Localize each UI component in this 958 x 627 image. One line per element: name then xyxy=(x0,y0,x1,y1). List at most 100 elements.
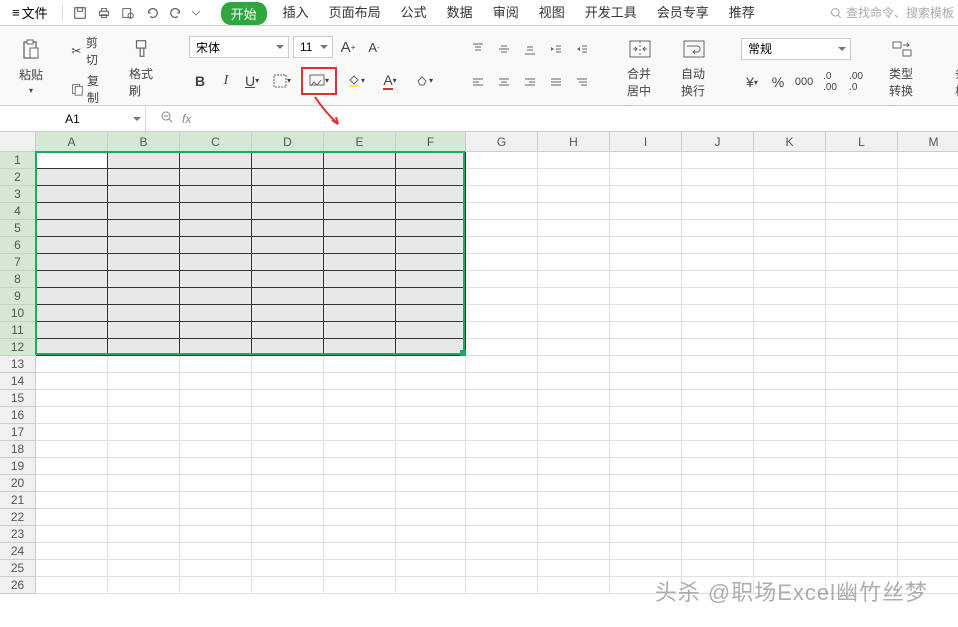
select-all-corner[interactable] xyxy=(0,132,36,152)
cell[interactable] xyxy=(538,169,610,186)
name-box[interactable] xyxy=(0,106,146,131)
font-color-button[interactable]: A▾ xyxy=(375,70,405,92)
cell[interactable] xyxy=(538,441,610,458)
cell[interactable] xyxy=(682,577,754,594)
cell[interactable] xyxy=(754,373,826,390)
cell[interactable] xyxy=(898,560,958,577)
cell[interactable] xyxy=(610,441,682,458)
column-header[interactable]: A xyxy=(36,132,108,152)
row-header[interactable]: 14 xyxy=(0,373,36,390)
cell[interactable] xyxy=(180,560,252,577)
cell[interactable] xyxy=(538,237,610,254)
cell[interactable] xyxy=(396,458,466,475)
cell[interactable] xyxy=(36,356,108,373)
cell[interactable] xyxy=(108,305,180,322)
cell[interactable] xyxy=(466,509,538,526)
cell[interactable] xyxy=(466,169,538,186)
cell[interactable] xyxy=(682,237,754,254)
cell[interactable] xyxy=(466,560,538,577)
row-header[interactable]: 21 xyxy=(0,492,36,509)
cell[interactable] xyxy=(898,288,958,305)
column-header[interactable]: L xyxy=(826,132,898,152)
cell[interactable] xyxy=(826,526,898,543)
row-header[interactable]: 18 xyxy=(0,441,36,458)
cell[interactable] xyxy=(538,492,610,509)
cell[interactable] xyxy=(108,424,180,441)
cell[interactable] xyxy=(610,237,682,254)
cell[interactable] xyxy=(898,169,958,186)
cell[interactable] xyxy=(180,152,252,169)
cell[interactable] xyxy=(252,169,324,186)
cell[interactable] xyxy=(180,305,252,322)
cell[interactable] xyxy=(252,390,324,407)
cell[interactable] xyxy=(252,373,324,390)
cell[interactable] xyxy=(898,271,958,288)
cell[interactable] xyxy=(466,203,538,220)
row-header[interactable]: 11 xyxy=(0,322,36,339)
cell[interactable] xyxy=(826,339,898,356)
cell[interactable] xyxy=(898,186,958,203)
cell[interactable] xyxy=(682,271,754,288)
cell[interactable] xyxy=(180,526,252,543)
cell[interactable] xyxy=(682,186,754,203)
cell[interactable] xyxy=(754,254,826,271)
cell[interactable] xyxy=(754,322,826,339)
cell[interactable] xyxy=(36,475,108,492)
row-header[interactable]: 17 xyxy=(0,424,36,441)
cell[interactable] xyxy=(36,407,108,424)
cell[interactable] xyxy=(826,288,898,305)
cell[interactable] xyxy=(36,186,108,203)
cell[interactable] xyxy=(36,458,108,475)
cell[interactable] xyxy=(898,237,958,254)
column-header[interactable]: B xyxy=(108,132,180,152)
cell[interactable] xyxy=(538,526,610,543)
cell[interactable] xyxy=(180,186,252,203)
row-header[interactable]: 22 xyxy=(0,509,36,526)
cell[interactable] xyxy=(108,152,180,169)
cell[interactable] xyxy=(108,509,180,526)
align-top-button[interactable] xyxy=(467,38,489,60)
cell[interactable] xyxy=(466,186,538,203)
cell[interactable] xyxy=(754,424,826,441)
cell[interactable] xyxy=(610,390,682,407)
cell[interactable] xyxy=(180,169,252,186)
cell[interactable] xyxy=(538,305,610,322)
cell[interactable] xyxy=(36,526,108,543)
cell[interactable] xyxy=(108,322,180,339)
tab-formula[interactable]: 公式 xyxy=(397,0,431,25)
cell[interactable] xyxy=(826,577,898,594)
cell-style-button[interactable]: ▾ xyxy=(304,70,334,92)
cell[interactable] xyxy=(826,458,898,475)
cell[interactable] xyxy=(898,322,958,339)
cell[interactable] xyxy=(180,424,252,441)
cell[interactable] xyxy=(252,288,324,305)
cell[interactable] xyxy=(682,339,754,356)
cell[interactable] xyxy=(538,203,610,220)
column-header[interactable]: D xyxy=(252,132,324,152)
cell[interactable] xyxy=(396,560,466,577)
bold-button[interactable]: B xyxy=(189,70,211,92)
cell[interactable] xyxy=(180,509,252,526)
cell[interactable] xyxy=(610,424,682,441)
fx-icon[interactable]: fx xyxy=(182,112,191,126)
cell[interactable] xyxy=(538,288,610,305)
currency-button[interactable]: ¥▾ xyxy=(741,71,763,93)
cell[interactable] xyxy=(826,220,898,237)
cell[interactable] xyxy=(252,441,324,458)
cell[interactable] xyxy=(754,543,826,560)
wrap-text-button[interactable]: 自动换行 xyxy=(675,32,713,103)
cell[interactable] xyxy=(324,407,396,424)
save-icon[interactable] xyxy=(69,2,91,24)
cell[interactable] xyxy=(36,543,108,560)
orientation-button[interactable] xyxy=(571,71,593,93)
cell[interactable] xyxy=(396,577,466,594)
cell[interactable] xyxy=(682,407,754,424)
cell[interactable] xyxy=(324,356,396,373)
cell[interactable] xyxy=(538,407,610,424)
cell[interactable] xyxy=(826,305,898,322)
cell[interactable] xyxy=(682,169,754,186)
cell[interactable] xyxy=(180,339,252,356)
row-header[interactable]: 13 xyxy=(0,356,36,373)
cell[interactable] xyxy=(252,305,324,322)
cell[interactable] xyxy=(180,543,252,560)
